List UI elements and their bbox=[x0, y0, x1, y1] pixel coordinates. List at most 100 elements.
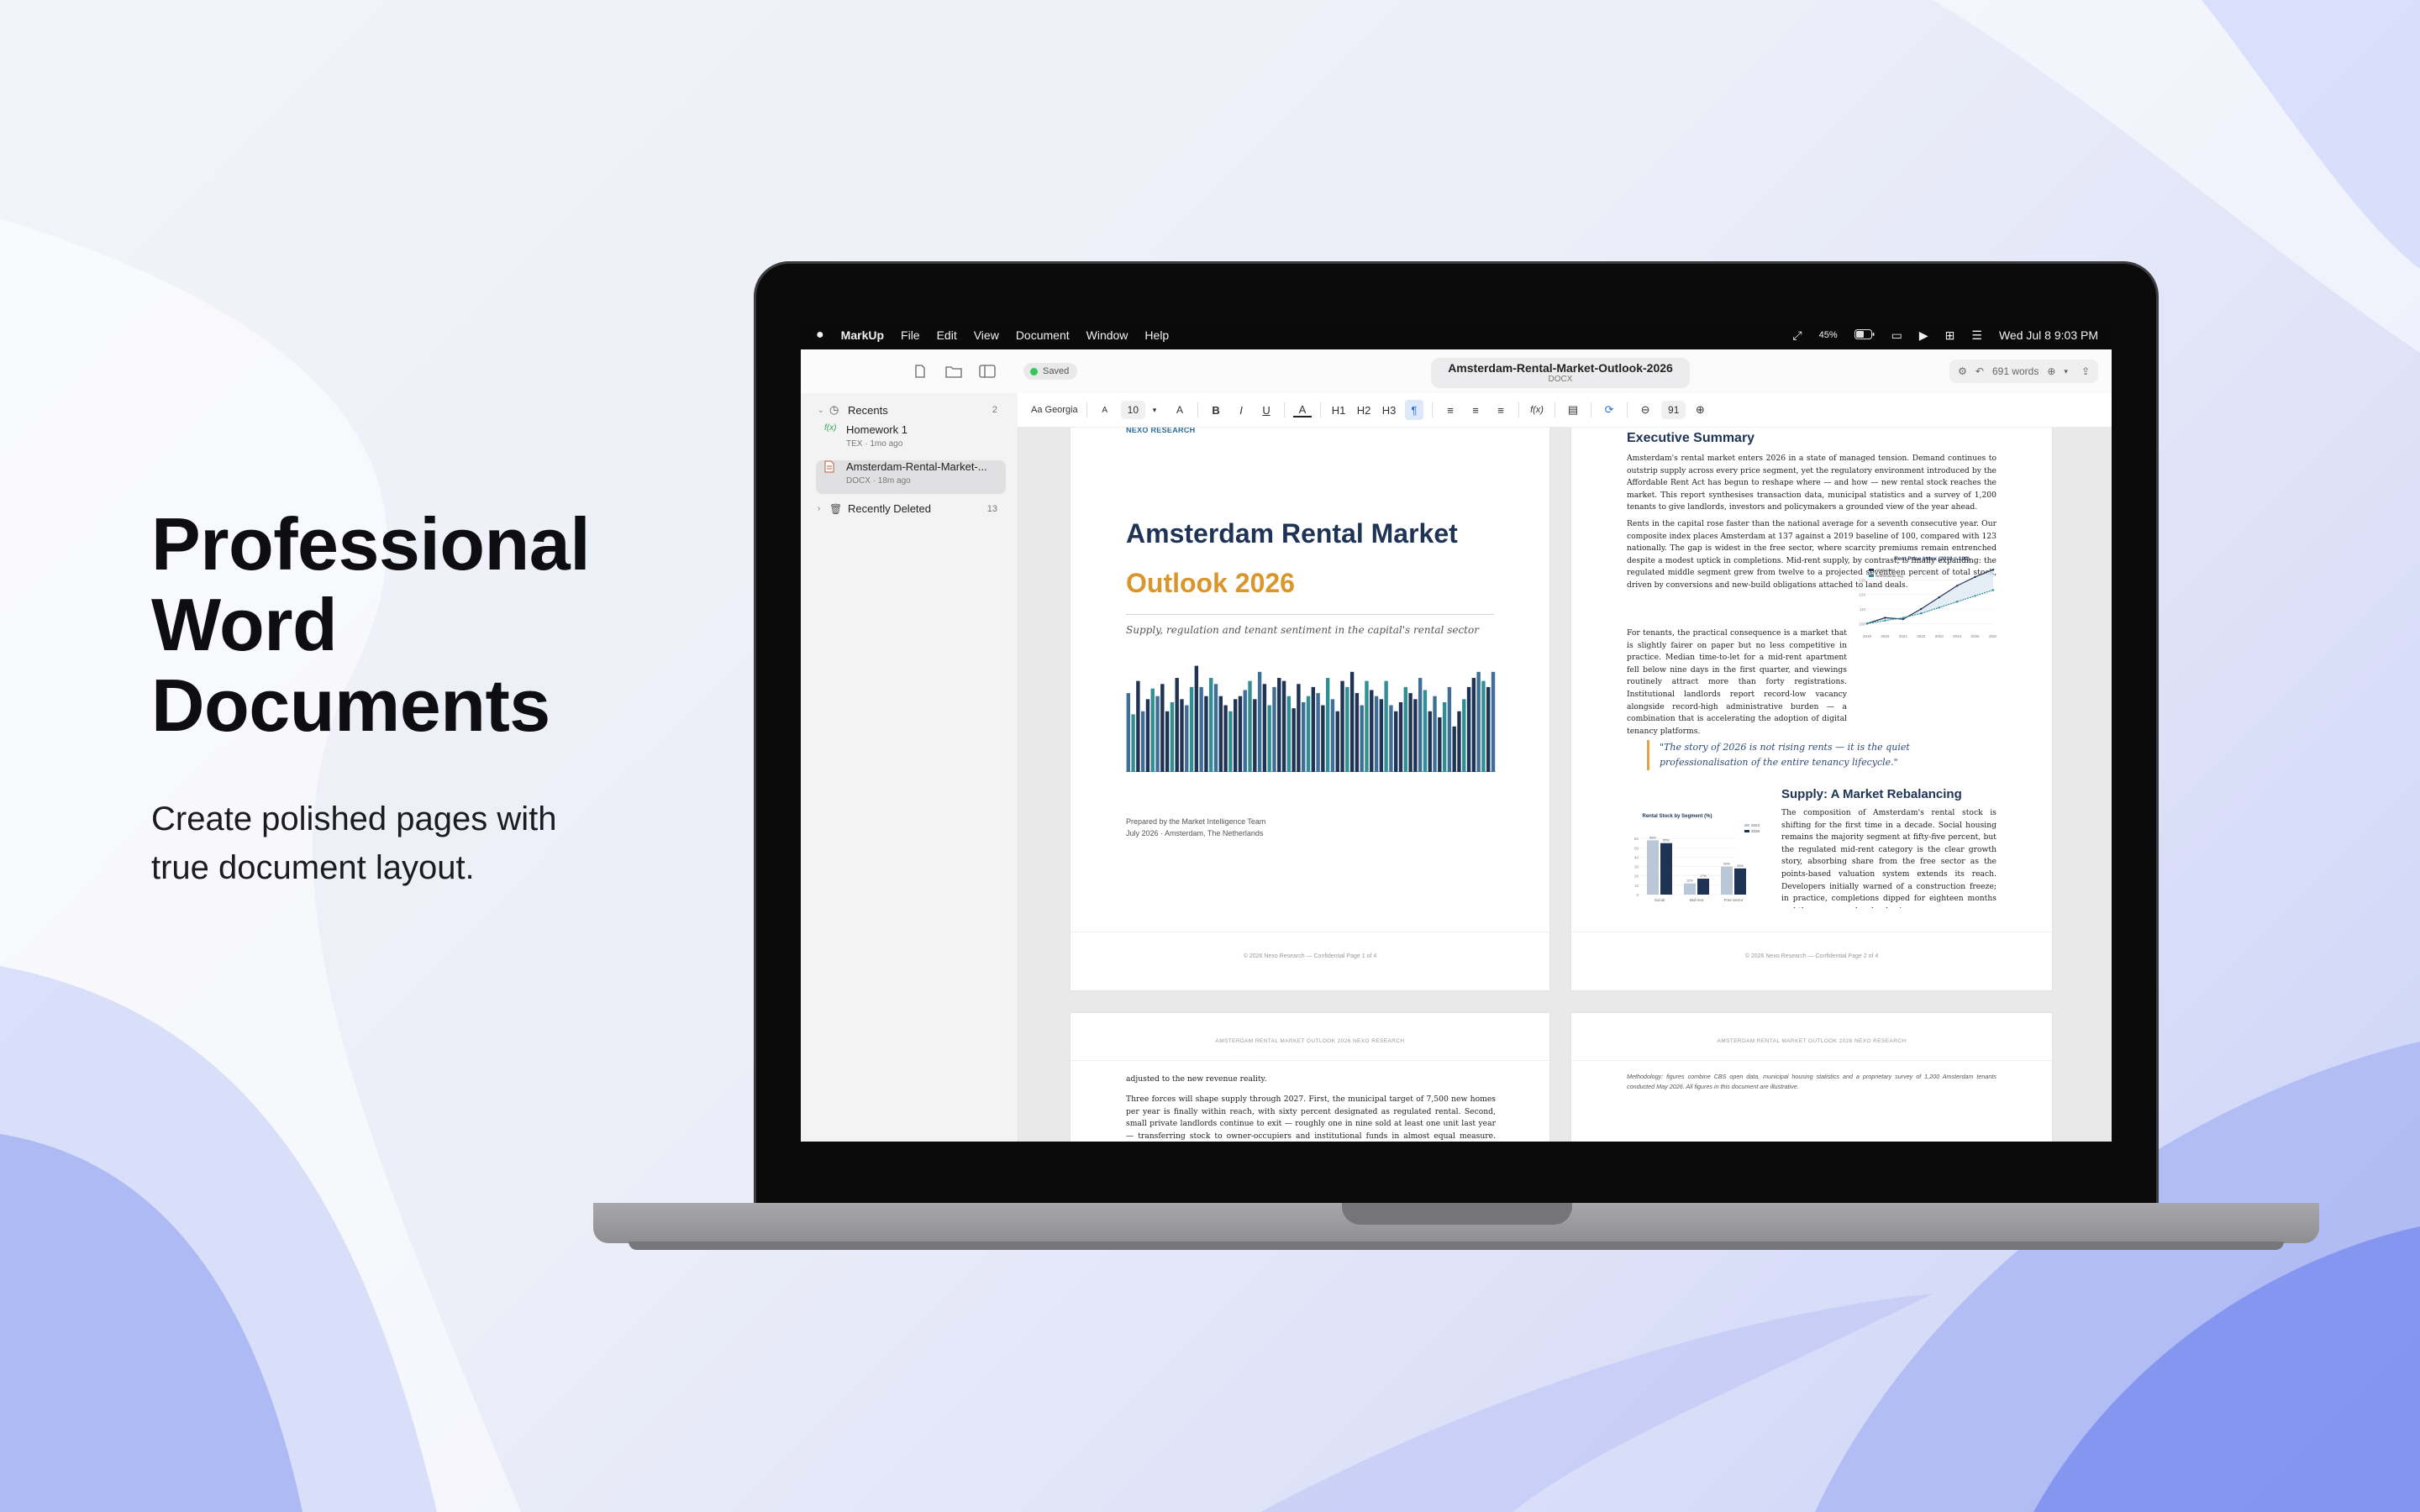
page-executive-summary[interactable]: Executive Summary Amsterdam's rental mar… bbox=[1571, 428, 2052, 990]
bar bbox=[1486, 686, 1491, 772]
tick-label: 2020 bbox=[1881, 634, 1890, 638]
zoom-out-icon[interactable]: ⊖ bbox=[1636, 400, 1655, 420]
screen-mirroring-icon[interactable]: ▭ bbox=[1891, 328, 1902, 343]
hero-subtitle: Create polished pages with true document… bbox=[151, 795, 622, 892]
sidebar-item-amsterdam-doc[interactable]: Amsterdam-Rental-Market-... DOCX · 18m a… bbox=[818, 460, 1011, 486]
underline-button[interactable]: U bbox=[1257, 400, 1276, 420]
bar bbox=[1471, 678, 1476, 772]
app-menu[interactable]: MarkUp bbox=[841, 328, 884, 342]
chevron-down-icon[interactable]: ▾ bbox=[2064, 367, 2068, 376]
font-picker[interactable]: Aa Georgia bbox=[1031, 400, 1078, 420]
data-label: 58% bbox=[1649, 835, 1656, 839]
folder-icon[interactable] bbox=[944, 361, 964, 381]
data-point bbox=[1938, 596, 1940, 599]
window-icon[interactable]: ⊞ bbox=[1945, 328, 1955, 343]
zoom-in-icon[interactable]: ⊕ bbox=[1691, 400, 1709, 420]
chevron-down-icon[interactable]: ⌄ bbox=[818, 406, 829, 415]
bar bbox=[1330, 699, 1335, 772]
bar bbox=[1150, 688, 1155, 772]
fullscreen-icon[interactable]: ⤢ bbox=[1792, 328, 1802, 343]
document-title-pill[interactable]: Amsterdam-Rental-Market-Outlook-2026 DOC… bbox=[1431, 358, 1690, 388]
function-icon: f(x) bbox=[824, 423, 837, 433]
play-icon[interactable]: ▶ bbox=[1919, 328, 1928, 343]
bar bbox=[1398, 701, 1403, 772]
category-label: Mid-rent bbox=[1690, 898, 1704, 902]
align-center-icon[interactable]: ≡ bbox=[1466, 400, 1485, 420]
data-label: 30% bbox=[1723, 862, 1730, 866]
cover-subtitle: Outlook 2026 bbox=[1126, 568, 1295, 598]
menu-help[interactable]: Help bbox=[1144, 328, 1169, 342]
bar bbox=[1228, 711, 1233, 772]
bar bbox=[1160, 684, 1165, 772]
tick-label: 2023 bbox=[1935, 634, 1944, 638]
menu-view[interactable]: View bbox=[974, 328, 999, 342]
cover-prepared: Prepared by the Market Intelligence Team bbox=[1126, 817, 1266, 826]
bar bbox=[1721, 866, 1733, 895]
sidebar-item-text: Amsterdam-Rental-Market-... DOCX · 18m a… bbox=[846, 460, 987, 486]
legend-label: Amsterdam bbox=[1876, 568, 1895, 572]
bar bbox=[1452, 726, 1456, 772]
italic-button[interactable]: I bbox=[1232, 400, 1250, 420]
chevron-right-icon[interactable]: › bbox=[818, 504, 829, 513]
legend-label: 2026 bbox=[1751, 829, 1760, 833]
increase-font-button[interactable]: A bbox=[1171, 400, 1189, 420]
text-color-button[interactable]: A bbox=[1293, 402, 1313, 417]
share-icon[interactable]: ⇪ bbox=[2081, 365, 2090, 377]
cover-tagline: Supply, regulation and tenant sentiment … bbox=[1126, 624, 1479, 636]
clock[interactable]: Wed Jul 8 9:03 PM bbox=[1999, 328, 2098, 342]
legend-swatch bbox=[1869, 575, 1874, 577]
bar bbox=[1302, 701, 1306, 772]
bar bbox=[1438, 717, 1442, 772]
decrease-font-button[interactable]: A bbox=[1096, 400, 1114, 420]
word-count[interactable]: 691 words bbox=[1992, 365, 2039, 377]
undo-icon[interactable]: ↶ bbox=[1975, 365, 1984, 377]
heading1-button[interactable]: H1 bbox=[1329, 400, 1348, 420]
bold-button[interactable]: B bbox=[1207, 400, 1225, 420]
settings-icon[interactable]: ⚙ bbox=[1958, 365, 1967, 377]
align-right-icon[interactable]: ≡ bbox=[1491, 400, 1510, 420]
divider bbox=[1518, 402, 1520, 417]
align-left-icon[interactable]: ≡ bbox=[1441, 400, 1460, 420]
tick-label: 2022 bbox=[1917, 634, 1926, 638]
bar bbox=[1447, 686, 1452, 772]
heading3-button[interactable]: H3 bbox=[1380, 400, 1398, 420]
data-point bbox=[1920, 612, 1923, 615]
font-size-field[interactable]: 10 bbox=[1120, 401, 1146, 419]
control-center-icon[interactable]: ☰ bbox=[1971, 328, 1982, 343]
bar bbox=[1335, 711, 1339, 772]
bar bbox=[1189, 686, 1194, 772]
pull-quote: "The story of 2026 is not rising rents —… bbox=[1647, 740, 1996, 770]
page-four[interactable]: AMSTERDAM RENTAL MARKET OUTLOOK 2026 NEX… bbox=[1571, 1013, 2052, 1142]
menu-window[interactable]: Window bbox=[1086, 328, 1128, 342]
bar bbox=[1281, 680, 1286, 772]
sync-icon[interactable]: ⟳ bbox=[1600, 400, 1618, 420]
zoom-field[interactable]: 91 bbox=[1661, 401, 1686, 419]
sidebar-toggle-icon[interactable] bbox=[977, 361, 997, 381]
insert-function-button[interactable]: f(x) bbox=[1528, 400, 1546, 420]
paragraph: Amsterdam's rental market enters 2026 in… bbox=[1627, 454, 1996, 512]
page-cover[interactable]: NEXO RESEARCH Amsterdam Rental Market Ou… bbox=[1071, 428, 1549, 990]
menu-edit[interactable]: Edit bbox=[937, 328, 957, 342]
methodology-note: Methodology: figures combine CBS open da… bbox=[1627, 1073, 1996, 1090]
sidebar-item-homework[interactable]: f(x) Homework 1 TEX · 1mo ago bbox=[818, 423, 1011, 449]
sidebar-recently-deleted[interactable]: › 🗑 Recently Deleted 13 bbox=[818, 502, 1011, 515]
chart-title: Rental Stock by Segment (%) bbox=[1642, 814, 1712, 819]
document-canvas[interactable]: NEXO RESEARCH Amsterdam Rental Market Ou… bbox=[1018, 428, 2112, 1142]
sidebar-recents-header[interactable]: ⌄ ◷ Recents 2 bbox=[818, 403, 1011, 417]
heading2-button[interactable]: H2 bbox=[1355, 400, 1373, 420]
more-options-icon[interactable]: ⊕ bbox=[2047, 365, 2055, 377]
tick-label: 130 bbox=[1859, 578, 1865, 582]
page-setup-icon[interactable]: ▤ bbox=[1564, 400, 1582, 420]
divider bbox=[1320, 402, 1322, 417]
data-point bbox=[1920, 607, 1923, 611]
battery-icon[interactable] bbox=[1854, 328, 1875, 342]
data-point bbox=[1884, 619, 1886, 622]
page-three[interactable]: AMSTERDAM RENTAL MARKET OUTLOOK 2026 NEX… bbox=[1071, 1013, 1549, 1142]
chevron-down-icon[interactable]: ▾ bbox=[1145, 400, 1164, 420]
menu-document[interactable]: Document bbox=[1016, 328, 1070, 342]
paragraph-button[interactable]: ¶ bbox=[1405, 400, 1424, 420]
apple-icon[interactable]: ● bbox=[816, 328, 824, 343]
menu-file[interactable]: File bbox=[901, 328, 920, 342]
bar bbox=[1379, 699, 1384, 772]
new-document-icon[interactable] bbox=[910, 361, 930, 381]
